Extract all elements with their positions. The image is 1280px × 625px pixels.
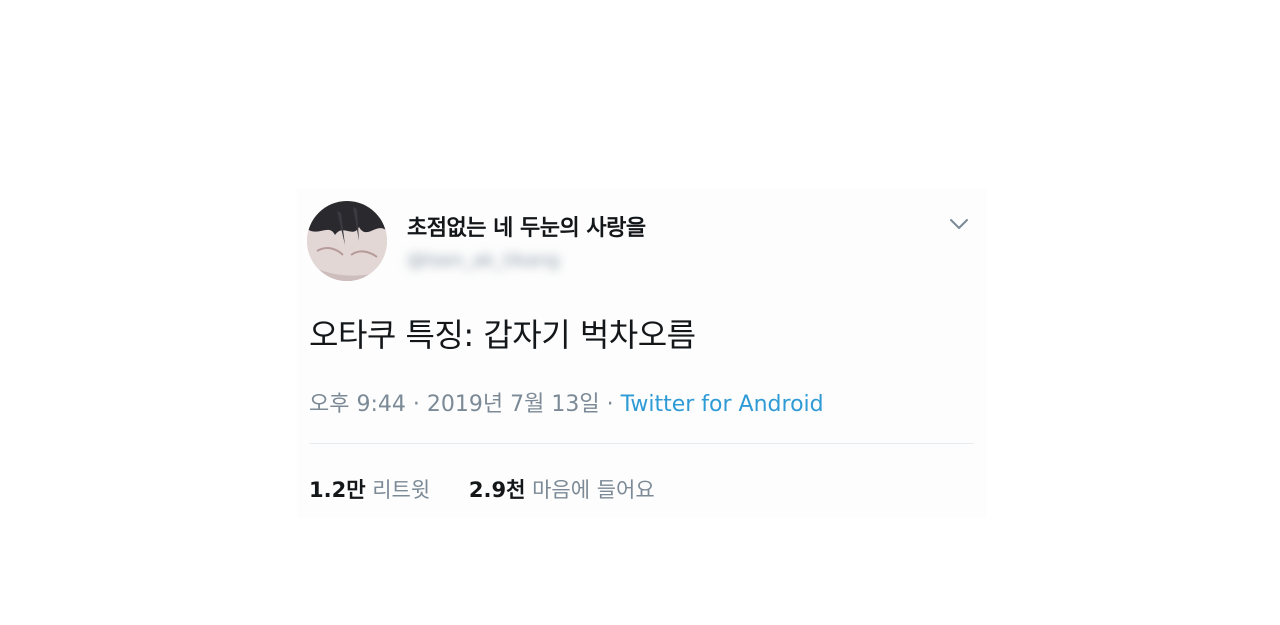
likes-label: 마음에 들어요 [532,478,655,502]
divider [309,443,974,444]
retweets-stat[interactable]: 1.2만 리트윗 [309,474,430,504]
username-handle[interactable]: @tsen_ak_tikang [407,250,559,271]
display-name[interactable]: 초점없는 네 두눈의 사랑을 [407,210,646,242]
avatar[interactable] [307,201,387,281]
tweet-time[interactable]: 오후 9:44 [309,392,406,417]
separator: · [606,392,614,417]
tweet-date[interactable]: 2019년 7월 13일 [427,392,600,417]
retweets-count: 1.2만 [309,478,366,502]
tweet-metadata: 오후 9:44 · 2019년 7월 13일 · Twitter for And… [309,386,824,418]
tweet-text: 오타쿠 특징: 갑자기 벅차오름 [309,316,696,354]
retweets-label: 리트윗 [372,478,431,502]
likes-count: 2.9천 [468,478,526,502]
tweet-source-link[interactable]: Twitter for Android [621,392,824,417]
stage: 초점없는 네 두눈의 사랑을 @tsen_ak_tikang 오타쿠 특징: 갑… [0,0,1280,625]
likes-stat[interactable]: 2.9천 마음에 들어요 [469,474,655,504]
chevron-down-icon[interactable] [947,212,971,236]
tweet-card: 초점없는 네 두눈의 사랑을 @tsen_ak_tikang 오타쿠 특징: 갑… [297,188,987,518]
tweet-stats: 1.2만 리트윗 2.9천 마음에 들어요 [309,474,655,504]
separator: · [412,392,420,417]
avatar-illustration [307,201,387,281]
